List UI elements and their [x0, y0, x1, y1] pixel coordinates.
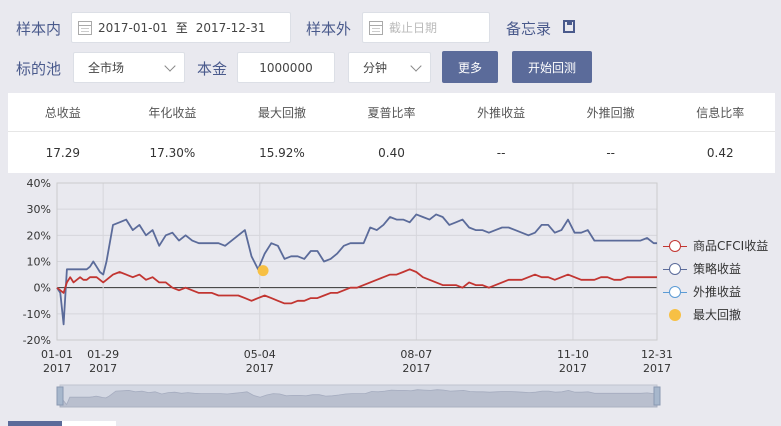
- y-tick-label: -10%: [23, 308, 51, 321]
- capital-value: 1000000: [259, 60, 313, 75]
- zoom-handle-left: [56, 386, 64, 406]
- legend-marker-icon: [663, 285, 687, 298]
- stats-value: 0.42: [706, 145, 734, 160]
- start-backtest-button[interactable]: 开始回测: [512, 51, 592, 83]
- x-tick-label: 08-07: [400, 348, 432, 361]
- stats-value: --: [606, 145, 616, 160]
- chart-legend: 商品CFCI收益 策略收益 外推收益 最大回撤: [663, 234, 768, 326]
- stats-value: --: [496, 145, 506, 160]
- stats-value: 17.30%: [149, 145, 196, 160]
- stats-header: 信息比率: [696, 105, 745, 120]
- bottom-tab-active[interactable]: [8, 421, 62, 426]
- pool-select[interactable]: 全市场: [73, 52, 185, 83]
- legend-item-strategy[interactable]: 策略收益: [663, 257, 768, 280]
- legend-item-benchmark[interactable]: 商品CFCI收益: [663, 234, 768, 257]
- legend-marker-icon: [663, 239, 687, 252]
- stats-value-row: 17.29 17.30% 15.92% 0.40 -- -- 0.42: [8, 132, 775, 173]
- stats-header-row: 总收益 年化收益 最大回撤 夏普比率 外推收益 外推回撤 信息比率: [8, 93, 775, 132]
- y-tick-label: 20%: [27, 229, 51, 242]
- frequency-value: 分钟: [363, 61, 388, 75]
- end-date-value: 2017-12-31: [195, 20, 266, 35]
- x-tick-label: 01-29: [87, 348, 119, 361]
- stats-header: 外推收益: [477, 105, 526, 120]
- x-tick-label: 11-10: [557, 348, 589, 361]
- legend-label: 商品CFCI收益: [693, 239, 769, 253]
- bottom-tab[interactable]: [62, 421, 116, 426]
- pool-label: 标的池: [16, 60, 62, 78]
- x-tick-year: 2017: [43, 362, 71, 375]
- y-tick-label: 30%: [27, 203, 51, 216]
- chevron-down-icon: [164, 59, 176, 72]
- legend-label: 外推收益: [693, 285, 742, 299]
- y-tick-label: -20%: [23, 334, 51, 347]
- legend-item-drawdown[interactable]: 最大回撤: [663, 303, 768, 326]
- capital-label: 本金: [197, 60, 228, 78]
- legend-marker-icon: [663, 262, 687, 275]
- stats-value: 0.40: [378, 145, 405, 160]
- in-sample-label: 样本内: [16, 20, 62, 38]
- stats-header: 最大回撤: [257, 105, 306, 120]
- strategy-line: [56, 213, 657, 326]
- pool-value: 全市场: [88, 61, 125, 75]
- capital-input[interactable]: 1000000: [237, 52, 335, 83]
- x-tick-year: 2017: [89, 362, 117, 375]
- y-tick-label: 10%: [27, 256, 51, 269]
- stats-header: 总收益: [44, 105, 81, 120]
- stats-header: 外推回撤: [586, 105, 635, 120]
- stats-header: 夏普比率: [367, 105, 416, 120]
- x-tick-year: 2017: [246, 362, 274, 375]
- more-button[interactable]: 更多: [442, 51, 498, 83]
- calendar-icon: [78, 20, 92, 35]
- out-date-placeholder: 截止日期: [389, 21, 438, 35]
- stats-value: 15.92%: [259, 145, 305, 160]
- stats-header: 年化收益: [148, 105, 197, 120]
- benchmark-line: [56, 268, 657, 305]
- save-icon[interactable]: [563, 20, 575, 33]
- start-date-input[interactable]: 2017-01-01 至 2017-12-31: [71, 12, 291, 43]
- x-tick-year: 2017: [643, 362, 671, 375]
- legend-item-extrapolation[interactable]: 外推收益: [663, 280, 768, 303]
- legend-label: 最大回撤: [693, 308, 742, 322]
- legend-label: 策略收益: [693, 262, 742, 276]
- x-tick-year: 2017: [402, 362, 430, 375]
- calendar-icon: [369, 20, 383, 35]
- out-sample-label: 样本外: [306, 20, 352, 38]
- stats-value: 17.29: [45, 145, 80, 160]
- stats-table: 总收益 年化收益 最大回撤 夏普比率 外推收益 外推回撤 信息比率 17.29 …: [8, 93, 775, 173]
- x-tick-label: 01-01: [41, 348, 73, 361]
- x-tick-year: 2017: [559, 362, 587, 375]
- memo-label[interactable]: 备忘录: [506, 18, 551, 39]
- y-tick-label: 40%: [27, 177, 51, 190]
- start-date-value: 2017-01-01: [98, 20, 168, 35]
- max-drawdown-point: [257, 265, 269, 277]
- legend-marker-icon: [663, 308, 687, 321]
- to-label: 至: [175, 21, 188, 35]
- zoom-handle-right: [653, 386, 661, 406]
- chevron-down-icon: [410, 59, 422, 72]
- out-date-input[interactable]: 截止日期: [362, 12, 490, 43]
- y-tick-label: 0%: [34, 282, 51, 295]
- frequency-select[interactable]: 分钟: [348, 52, 431, 83]
- x-tick-label: 05-04: [244, 348, 276, 361]
- x-tick-label: 12-31: [641, 348, 673, 361]
